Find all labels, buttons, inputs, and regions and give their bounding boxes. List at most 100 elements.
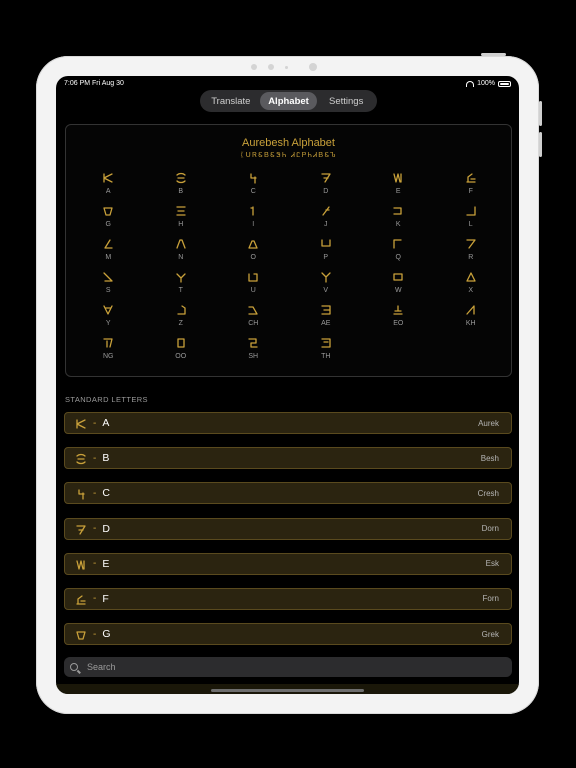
tab-translate[interactable]: Translate bbox=[202, 92, 260, 110]
alphabet-cell-letter: R bbox=[468, 254, 474, 261]
alphabet-cell-letter: I bbox=[252, 221, 255, 228]
tab-settings[interactable]: Settings bbox=[317, 92, 375, 110]
alphabet-cell[interactable]: U bbox=[217, 270, 290, 300]
alphabet-cell-letter: M bbox=[105, 254, 112, 261]
aurebesh-glyph-icon bbox=[465, 270, 477, 282]
camera-dot bbox=[285, 66, 288, 69]
alphabet-cell-letter: B bbox=[178, 188, 184, 195]
alphabet-cell[interactable]: NG bbox=[72, 336, 145, 366]
alphabet-cell-letter: N bbox=[178, 254, 184, 261]
alphabet-cell-letter: W bbox=[394, 287, 402, 294]
letter-row[interactable]: - A Aurek bbox=[64, 412, 512, 434]
alphabet-cell-letter: O bbox=[250, 254, 256, 261]
alphabet-cell-letter: U bbox=[250, 287, 256, 294]
aurebesh-glyph-icon bbox=[102, 336, 114, 348]
alphabet-cell[interactable]: CH bbox=[217, 303, 290, 333]
alphabet-cell[interactable]: Q bbox=[362, 237, 435, 267]
letter-row[interactable]: - F Forn bbox=[64, 587, 512, 610]
alphabet-cell[interactable]: G bbox=[72, 204, 145, 234]
row-letter: F bbox=[102, 592, 109, 605]
aurebesh-glyph-icon bbox=[247, 303, 259, 315]
alphabet-cell-letter: H bbox=[178, 221, 184, 228]
letter-row[interactable]: - D Dorn bbox=[64, 517, 512, 540]
row-letter-name: Forn bbox=[482, 594, 499, 604]
alphabet-cell[interactable]: SH bbox=[217, 336, 290, 366]
row-letter: G bbox=[102, 628, 111, 641]
alphabet-cell-letter: S bbox=[105, 287, 111, 294]
alphabet-cell-letter: P bbox=[323, 254, 329, 261]
alphabet-cell[interactable]: V bbox=[290, 270, 363, 300]
alphabet-cell[interactable]: Z bbox=[145, 303, 218, 333]
aurebesh-glyph-icon bbox=[465, 237, 477, 249]
alphabet-cell-letter: C bbox=[250, 188, 256, 195]
alphabet-cell[interactable]: N bbox=[145, 237, 218, 267]
aurebesh-glyph-icon bbox=[465, 303, 477, 315]
alphabet-cell[interactable]: R bbox=[435, 237, 508, 267]
alphabet-cell[interactable]: W bbox=[362, 270, 435, 300]
aurebesh-glyph-icon bbox=[320, 237, 332, 249]
alphabet-cell[interactable]: C bbox=[217, 171, 290, 201]
home-indicator[interactable] bbox=[211, 689, 364, 692]
alphabet-cell[interactable]: X bbox=[435, 270, 508, 300]
alphabet-cell-letter: T bbox=[178, 287, 183, 294]
alphabet-cell[interactable]: M bbox=[72, 237, 145, 267]
aurebesh-glyph-icon bbox=[392, 237, 404, 249]
alphabet-cell[interactable]: D bbox=[290, 171, 363, 201]
letter-row[interactable]: - C Cresh bbox=[64, 482, 512, 505]
alphabet-cell[interactable]: AE bbox=[290, 303, 363, 333]
tab-alphabet[interactable]: Alphabet bbox=[259, 92, 318, 110]
aurebesh-glyph-icon bbox=[102, 171, 114, 183]
alphabet-cell-letter: F bbox=[468, 188, 473, 195]
alphabet-cell[interactable]: L bbox=[435, 204, 508, 234]
status-time: 7:06 PM Fri Aug 30 bbox=[64, 80, 124, 87]
alphabet-title-aurebesh: ᛕᑌᏒᏋᏴᏋᏕᏂ ᏗᏝᏢᏂᏗᏴᏋᏖ bbox=[239, 152, 338, 159]
volume-up-button bbox=[539, 101, 542, 126]
alphabet-cell-letter: NG bbox=[103, 353, 114, 360]
alphabet-cell-letter: Y bbox=[105, 320, 111, 327]
row-separator: - bbox=[93, 558, 97, 570]
camera-dot bbox=[309, 63, 317, 71]
aurebesh-glyph-icon bbox=[75, 558, 87, 570]
alphabet-cell[interactable]: I bbox=[217, 204, 290, 234]
section-header-standard-letters: STANDARD LETTERS bbox=[65, 395, 148, 404]
alphabet-card: Aurebesh Alphabet ᛕᑌᏒᏋᏴᏋᏕᏂ ᏗᏝᏢᏂᏗᏴᏋᏖ A B C D… bbox=[65, 124, 512, 377]
search-field[interactable]: Search bbox=[64, 657, 512, 677]
alphabet-cell-letter: Q bbox=[395, 254, 401, 261]
aurebesh-glyph-icon bbox=[175, 303, 187, 315]
letter-row[interactable]: - E Esk bbox=[64, 552, 512, 575]
letter-list: - A Aurek - B Besh - C Cresh - D Dorn - E Esk - F Forn - G G… bbox=[64, 412, 512, 658]
alphabet-cell[interactable]: OO bbox=[145, 336, 218, 366]
alphabet-cell[interactable]: Y bbox=[72, 303, 145, 333]
alphabet-cell-letter: K bbox=[395, 221, 401, 228]
alphabet-cell-letter: EO bbox=[393, 320, 404, 327]
search-placeholder: Search bbox=[87, 662, 116, 672]
aurebesh-glyph-icon bbox=[75, 593, 87, 605]
aurebesh-glyph-icon bbox=[247, 171, 259, 184]
alphabet-title: Aurebesh Alphabet bbox=[242, 137, 335, 149]
alphabet-cell[interactable]: K bbox=[362, 204, 435, 234]
alphabet-cell[interactable]: T bbox=[145, 270, 218, 300]
alphabet-cell[interactable]: S bbox=[72, 270, 145, 300]
alphabet-cell[interactable]: F bbox=[435, 171, 508, 201]
letter-row[interactable]: - G Grek bbox=[64, 623, 512, 646]
alphabet-cell[interactable]: KH bbox=[435, 303, 508, 333]
alphabet-cell[interactable]: TH bbox=[290, 336, 363, 366]
alphabet-cell[interactable]: O bbox=[217, 237, 290, 267]
aurebesh-glyph-icon bbox=[320, 171, 332, 183]
aurebesh-glyph-icon bbox=[247, 237, 259, 249]
alphabet-cell-letter: CH bbox=[248, 320, 259, 327]
alphabet-cell[interactable]: B bbox=[145, 171, 218, 201]
aurebesh-glyph-icon bbox=[175, 270, 187, 283]
row-letter: D bbox=[102, 522, 110, 535]
alphabet-cell[interactable]: J bbox=[290, 204, 363, 234]
aurebesh-glyph-icon bbox=[392, 171, 404, 183]
alphabet-cell[interactable]: P bbox=[290, 237, 363, 267]
alphabet-cell[interactable]: A bbox=[72, 171, 145, 201]
row-letter: C bbox=[102, 487, 110, 500]
screen: 7:06 PM Fri Aug 30 100% Translate Alphab… bbox=[56, 76, 519, 694]
alphabet-cell[interactable]: EO bbox=[362, 303, 435, 333]
row-letter-name: Cresh bbox=[477, 488, 499, 498]
letter-row[interactable]: - B Besh bbox=[64, 447, 512, 470]
alphabet-cell[interactable]: E bbox=[362, 171, 435, 201]
alphabet-cell[interactable]: H bbox=[145, 204, 218, 234]
